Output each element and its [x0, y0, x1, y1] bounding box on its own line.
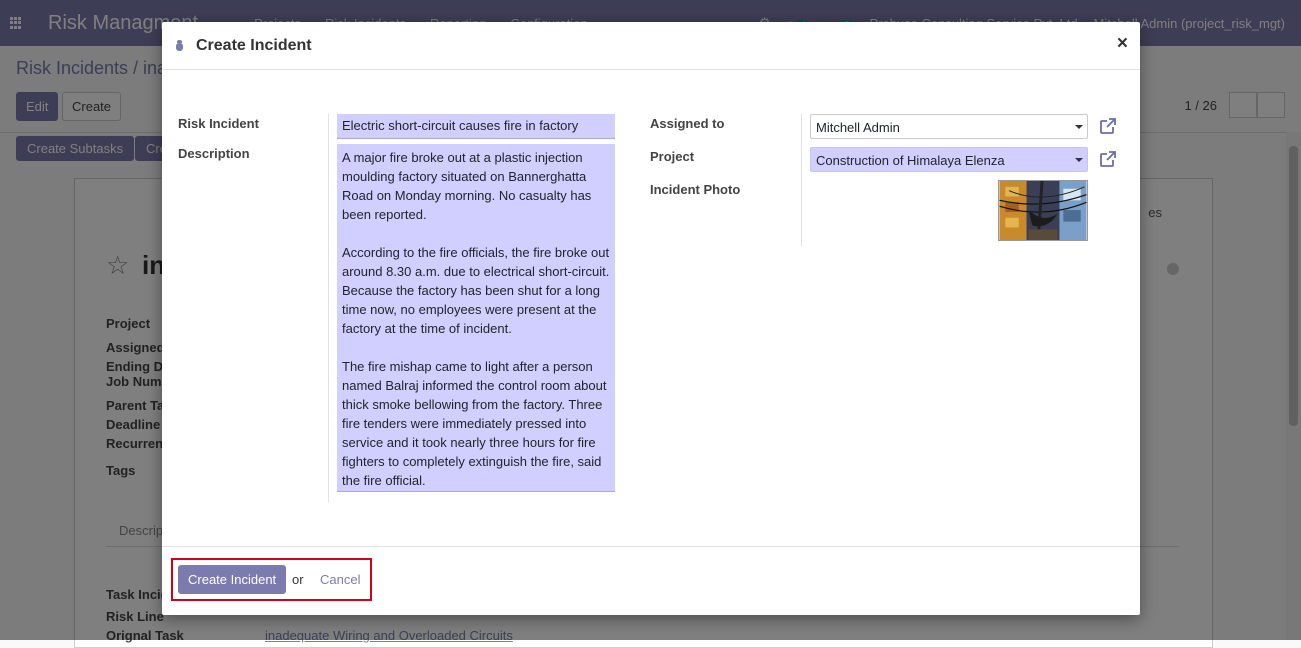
description-paragraph-2: According to the fire officials, the fir…	[342, 245, 610, 336]
assigned-to-select[interactable]: Mitchell Admin	[810, 114, 1088, 139]
or-text: or	[292, 572, 304, 587]
external-link-icon[interactable]	[1098, 149, 1118, 169]
left-label-separator	[328, 114, 329, 502]
project-select[interactable]: Construction of Himalaya Elenza	[810, 147, 1088, 172]
dialog-header: Create Incident ×	[162, 22, 1140, 70]
dialog-title: Create Incident	[196, 36, 312, 54]
incident-photo-image[interactable]	[998, 180, 1088, 241]
dialog-footer: Create Incident or Cancel	[162, 546, 1140, 615]
close-icon[interactable]: ×	[1117, 34, 1128, 53]
description-label: Description	[178, 146, 250, 161]
chevron-down-icon[interactable]	[1075, 125, 1083, 129]
right-label-separator	[801, 114, 802, 246]
project-label: Project	[650, 149, 695, 164]
create-incident-dialog: Create Incident × Risk Incident Descript…	[162, 22, 1140, 615]
risk-incident-label: Risk Incident	[178, 116, 259, 131]
assigned-to-value: Mitchell Admin	[816, 120, 900, 135]
description-paragraph-1: A major fire broke out at a plastic inje…	[342, 150, 592, 222]
description-textarea[interactable]: A major fire broke out at a plastic inje…	[337, 144, 615, 492]
risk-incident-input[interactable]: Electric short-circuit causes fire in fa…	[337, 114, 615, 139]
external-link-icon[interactable]	[1098, 116, 1118, 136]
chevron-down-icon[interactable]	[1075, 158, 1083, 162]
cancel-link[interactable]: Cancel	[320, 572, 360, 587]
incident-photo-label: Incident Photo	[650, 182, 741, 197]
create-incident-button[interactable]: Create Incident	[178, 565, 287, 594]
bug-icon	[174, 39, 184, 52]
assigned-to-label: Assigned to	[650, 116, 725, 131]
description-paragraph-3: The fire mishap came to light after a pe…	[342, 359, 607, 488]
project-value: Construction of Himalaya Elenza	[816, 153, 1005, 168]
